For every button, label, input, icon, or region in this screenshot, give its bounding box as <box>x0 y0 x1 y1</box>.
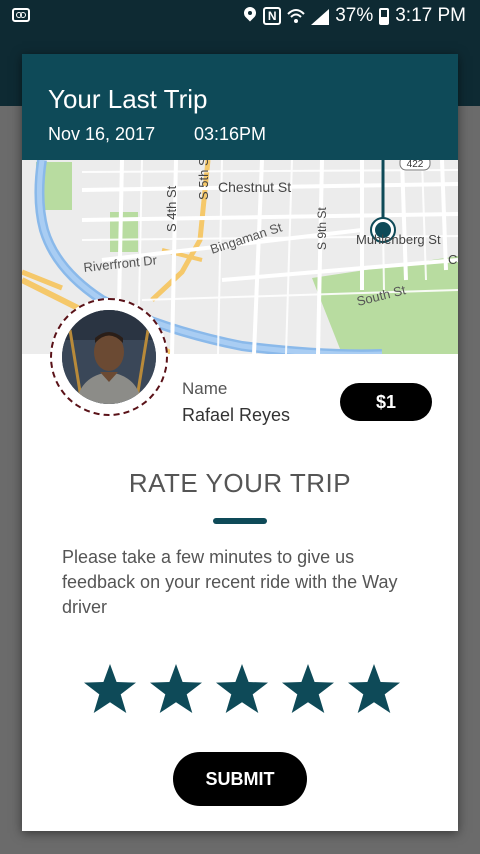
avatar <box>62 310 156 404</box>
driver-name: Rafael Reyes <box>182 405 291 425</box>
trip-title: Your Last Trip <box>48 84 208 114</box>
driver-name-label: Name <box>182 379 228 398</box>
signal-icon <box>311 7 330 25</box>
location-icon <box>243 7 257 25</box>
star-icon[interactable] <box>280 662 336 718</box>
status-bar: N 37% 3:17 PM <box>0 0 480 32</box>
battery-icon <box>379 7 390 25</box>
star-icon[interactable] <box>346 662 402 718</box>
street-label: Muhlenberg St <box>356 232 441 247</box>
driver-avatar-ring <box>50 298 168 416</box>
driver-photo <box>62 310 156 404</box>
star-icon[interactable] <box>82 662 138 718</box>
street-label: S 5th St <box>196 160 211 200</box>
trip-date: Nov 16, 2017 <box>48 124 156 144</box>
submit-button[interactable]: SUBMIT <box>173 752 307 806</box>
star-rating[interactable] <box>82 662 402 718</box>
wifi-icon <box>287 9 305 23</box>
nfc-icon: N <box>263 7 282 25</box>
feedback-text: Please take a few minutes to give us fee… <box>62 547 398 617</box>
trip-time: 03:16PM <box>194 124 267 144</box>
star-icon[interactable] <box>214 662 270 718</box>
title-underline <box>213 518 267 524</box>
voicemail-icon <box>12 8 30 22</box>
street-label: Ce <box>448 252 458 267</box>
trip-card: Your Last Trip Nov 16, 2017 03:16PM 422 … <box>22 54 458 831</box>
battery-percent: 37% <box>335 5 374 26</box>
route-badge: 422 <box>407 160 424 170</box>
street-label: S 4th St <box>164 185 179 232</box>
street-label: Chestnut St <box>218 179 291 195</box>
status-icons: N 37% 3:17 PM <box>243 5 466 27</box>
star-icon[interactable] <box>148 662 204 718</box>
rate-title: RATE YOUR TRIP <box>128 468 352 498</box>
trip-header: Your Last Trip Nov 16, 2017 03:16PM <box>22 54 458 160</box>
street-label: S 9th St <box>315 207 329 250</box>
price-badge[interactable]: $1 <box>340 383 432 421</box>
clock: 3:17 PM <box>395 5 466 26</box>
